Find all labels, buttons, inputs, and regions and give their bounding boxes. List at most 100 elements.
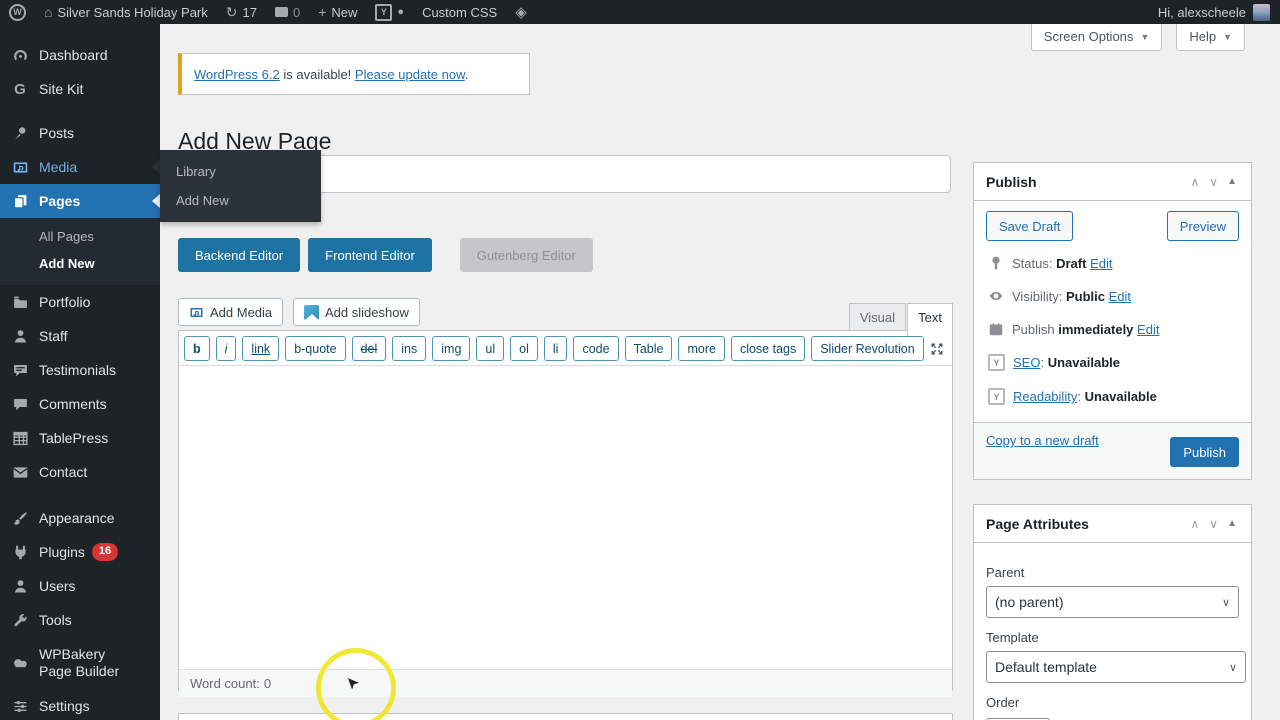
publish-panel-header[interactable]: Publish ∧ ∨ ▲ bbox=[974, 163, 1251, 201]
quicktag-ol[interactable]: ol bbox=[510, 336, 538, 361]
new-content-menu[interactable]: + New bbox=[309, 0, 366, 24]
wpbakery-menu[interactable]: ◈ bbox=[506, 0, 536, 24]
account-menu[interactable]: Hi, alexscheele bbox=[1158, 3, 1280, 21]
screen-meta-links: Screen Options ▼ Help ▼ bbox=[1030, 24, 1245, 51]
sidebar-item-settings[interactable]: Settings bbox=[0, 689, 160, 720]
quicktag-close-tags[interactable]: close tags bbox=[730, 336, 806, 361]
backend-editor-button[interactable]: Backend Editor bbox=[178, 238, 301, 272]
publish-panel: Publish ∧ ∨ ▲ Save Draft Preview Status:… bbox=[973, 162, 1252, 480]
edit-visibility-link[interactable]: Edit bbox=[1109, 289, 1131, 304]
quicktag-ul[interactable]: ul bbox=[476, 336, 505, 361]
quicktag-ins[interactable]: ins bbox=[392, 336, 427, 361]
chevron-down-icon: ∨ bbox=[1228, 661, 1237, 674]
sidebar-item-users[interactable]: Users bbox=[0, 569, 160, 603]
move-up-icon[interactable]: ∧ bbox=[1186, 175, 1205, 189]
frontend-editor-button[interactable]: Frontend Editor bbox=[308, 238, 432, 272]
comments-link[interactable]: 0 bbox=[266, 0, 309, 24]
yoast-icon: Y bbox=[375, 3, 393, 21]
pages-submenu: All Pages Add New bbox=[0, 218, 160, 285]
sidebar-item-contact[interactable]: Contact bbox=[0, 455, 160, 489]
quicktag-table[interactable]: Table bbox=[624, 336, 673, 361]
quicktag-italic[interactable]: i bbox=[215, 336, 237, 361]
home-icon: ⌂ bbox=[44, 4, 53, 20]
sidebar-item-media[interactable]: Media bbox=[0, 150, 160, 184]
seo-link[interactable]: SEO bbox=[1013, 355, 1040, 370]
sidebar-item-testimonials[interactable]: Testimonials bbox=[0, 353, 160, 387]
gutenberg-editor-button[interactable]: Gutenberg Editor bbox=[459, 238, 593, 272]
update-now-link[interactable]: Please update now bbox=[355, 67, 465, 82]
quicktag-blockquote[interactable]: b-quote bbox=[285, 336, 346, 361]
preview-button[interactable]: Preview bbox=[1166, 211, 1239, 241]
move-down-icon[interactable]: ∨ bbox=[1204, 175, 1223, 189]
quicktag-bold[interactable]: b bbox=[184, 336, 210, 361]
quicktag-li[interactable]: li bbox=[543, 336, 568, 361]
content-textarea[interactable] bbox=[179, 366, 952, 666]
page-attributes-header[interactable]: Page Attributes ∧ ∨ ▲ bbox=[974, 505, 1251, 543]
chevron-down-icon: ▼ bbox=[1140, 31, 1150, 42]
status-pin-icon bbox=[992, 256, 1000, 270]
update-count: 17 bbox=[242, 4, 257, 20]
wordpress-logo-menu[interactable]: W bbox=[0, 0, 35, 24]
sidebar-item-tablepress[interactable]: TablePress bbox=[0, 421, 160, 455]
comment-bubble-icon bbox=[274, 7, 288, 17]
sidebar-item-dashboard[interactable]: Dashboard bbox=[0, 38, 160, 72]
template-label: Template bbox=[986, 630, 1039, 645]
quicktag-slider-revolution[interactable]: Slider Revolution bbox=[811, 336, 924, 361]
sidebar-item-staff[interactable]: Staff bbox=[0, 319, 160, 353]
collapse-toggle-icon[interactable]: ▲ bbox=[1223, 176, 1241, 187]
parent-select[interactable]: (no parent) ∨ bbox=[986, 586, 1239, 618]
quicktag-link[interactable]: link bbox=[242, 336, 280, 361]
readability-link[interactable]: Readability bbox=[1013, 389, 1077, 404]
update-notice: WordPress 6.2 is available! Please updat… bbox=[178, 53, 530, 95]
add-slideshow-button[interactable]: Add slideshow bbox=[293, 298, 420, 326]
site-name-link[interactable]: ⌂ Silver Sands Holiday Park bbox=[35, 0, 217, 24]
sidebar-item-portfolio[interactable]: Portfolio bbox=[0, 285, 160, 319]
wordpress-logo-icon: W bbox=[9, 3, 26, 21]
copy-to-new-draft-link[interactable]: Copy to a new draft bbox=[986, 433, 1099, 448]
edit-schedule-link[interactable]: Edit bbox=[1137, 322, 1159, 337]
tab-visual[interactable]: Visual bbox=[848, 303, 906, 330]
media-buttons-row: Add Media Add slideshow Visual Text bbox=[178, 298, 953, 336]
site-name-label: Silver Sands Holiday Park bbox=[57, 4, 208, 20]
template-select[interactable]: Default template ∨ bbox=[986, 651, 1246, 683]
sidebar-item-site-kit[interactable]: G Site Kit bbox=[0, 72, 160, 106]
submenu-item-all-pages[interactable]: All Pages bbox=[0, 223, 160, 250]
save-draft-button[interactable]: Save Draft bbox=[986, 211, 1074, 241]
comment-count: 0 bbox=[292, 4, 301, 20]
screen-options-toggle[interactable]: Screen Options ▼ bbox=[1030, 24, 1163, 51]
move-up-icon[interactable]: ∧ bbox=[1186, 517, 1205, 531]
publish-button[interactable]: Publish bbox=[1170, 437, 1239, 467]
add-media-button[interactable]: Add Media bbox=[178, 298, 284, 326]
sidebar-item-pages[interactable]: Pages bbox=[0, 184, 160, 218]
calendar-icon bbox=[989, 323, 1003, 336]
chevron-down-icon: ∨ bbox=[1221, 596, 1230, 609]
fullscreen-icon[interactable] bbox=[929, 341, 945, 357]
plugins-update-badge: 16 bbox=[91, 543, 119, 561]
flyout-item-library[interactable]: Library bbox=[160, 157, 321, 186]
quicktag-del[interactable]: del bbox=[351, 336, 387, 361]
quicktag-code[interactable]: code bbox=[573, 336, 619, 361]
sidebar-item-tools[interactable]: Tools bbox=[0, 603, 160, 637]
sidebar-item-plugins[interactable]: Plugins 16 bbox=[0, 535, 160, 569]
tab-text[interactable]: Text bbox=[907, 303, 953, 336]
flyout-item-add-new[interactable]: Add New bbox=[160, 186, 321, 215]
sidebar-item-posts[interactable]: Posts bbox=[0, 116, 160, 150]
next-metabox-edge bbox=[178, 713, 953, 720]
custom-css-menu[interactable]: Custom CSS bbox=[413, 0, 506, 24]
quicktag-img[interactable]: img bbox=[432, 336, 471, 361]
collapse-toggle-icon[interactable]: ▲ bbox=[1223, 518, 1241, 529]
quicktag-more[interactable]: more bbox=[678, 336, 725, 361]
sidebar-item-comments[interactable]: Comments bbox=[0, 387, 160, 421]
yoast-menu[interactable]: Y ● bbox=[366, 0, 413, 24]
submenu-item-add-new[interactable]: Add New bbox=[0, 250, 160, 277]
updates-link[interactable]: ↻ 17 bbox=[217, 0, 266, 24]
main-content: Screen Options ▼ Help ▼ WordPress 6.2 is… bbox=[160, 24, 1280, 720]
wordpress-version-link[interactable]: WordPress 6.2 bbox=[194, 67, 280, 82]
sidebar-item-wpbakery[interactable]: WPBakery Page Builder bbox=[0, 637, 160, 689]
edit-status-link[interactable]: Edit bbox=[1090, 256, 1112, 271]
help-toggle[interactable]: Help ▼ bbox=[1176, 24, 1245, 51]
portfolio-icon bbox=[10, 294, 30, 311]
sidebar-item-appearance[interactable]: Appearance bbox=[0, 501, 160, 535]
wpbakery-clouds-icon bbox=[10, 655, 30, 672]
move-down-icon[interactable]: ∨ bbox=[1204, 517, 1223, 531]
